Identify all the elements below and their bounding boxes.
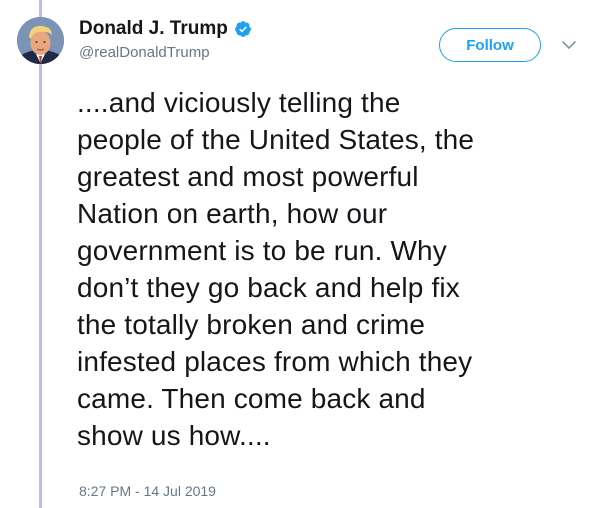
- follow-button[interactable]: Follow: [439, 28, 541, 62]
- thread-connector-line: [39, 0, 42, 508]
- profile-photo-icon: [17, 17, 64, 64]
- avatar[interactable]: [17, 17, 64, 64]
- chevron-down-icon[interactable]: [561, 38, 577, 52]
- tweet-timestamp[interactable]: 8:27 PM - 14 Jul 2019: [79, 482, 216, 500]
- author-display-name[interactable]: Donald J. Trump: [79, 18, 228, 40]
- tweet-text: ....and viciously telling the people of …: [77, 87, 475, 451]
- verified-badge-icon: [234, 21, 251, 37]
- previous-tweet-cropped-remnant: · · ·: [58, 0, 358, 6]
